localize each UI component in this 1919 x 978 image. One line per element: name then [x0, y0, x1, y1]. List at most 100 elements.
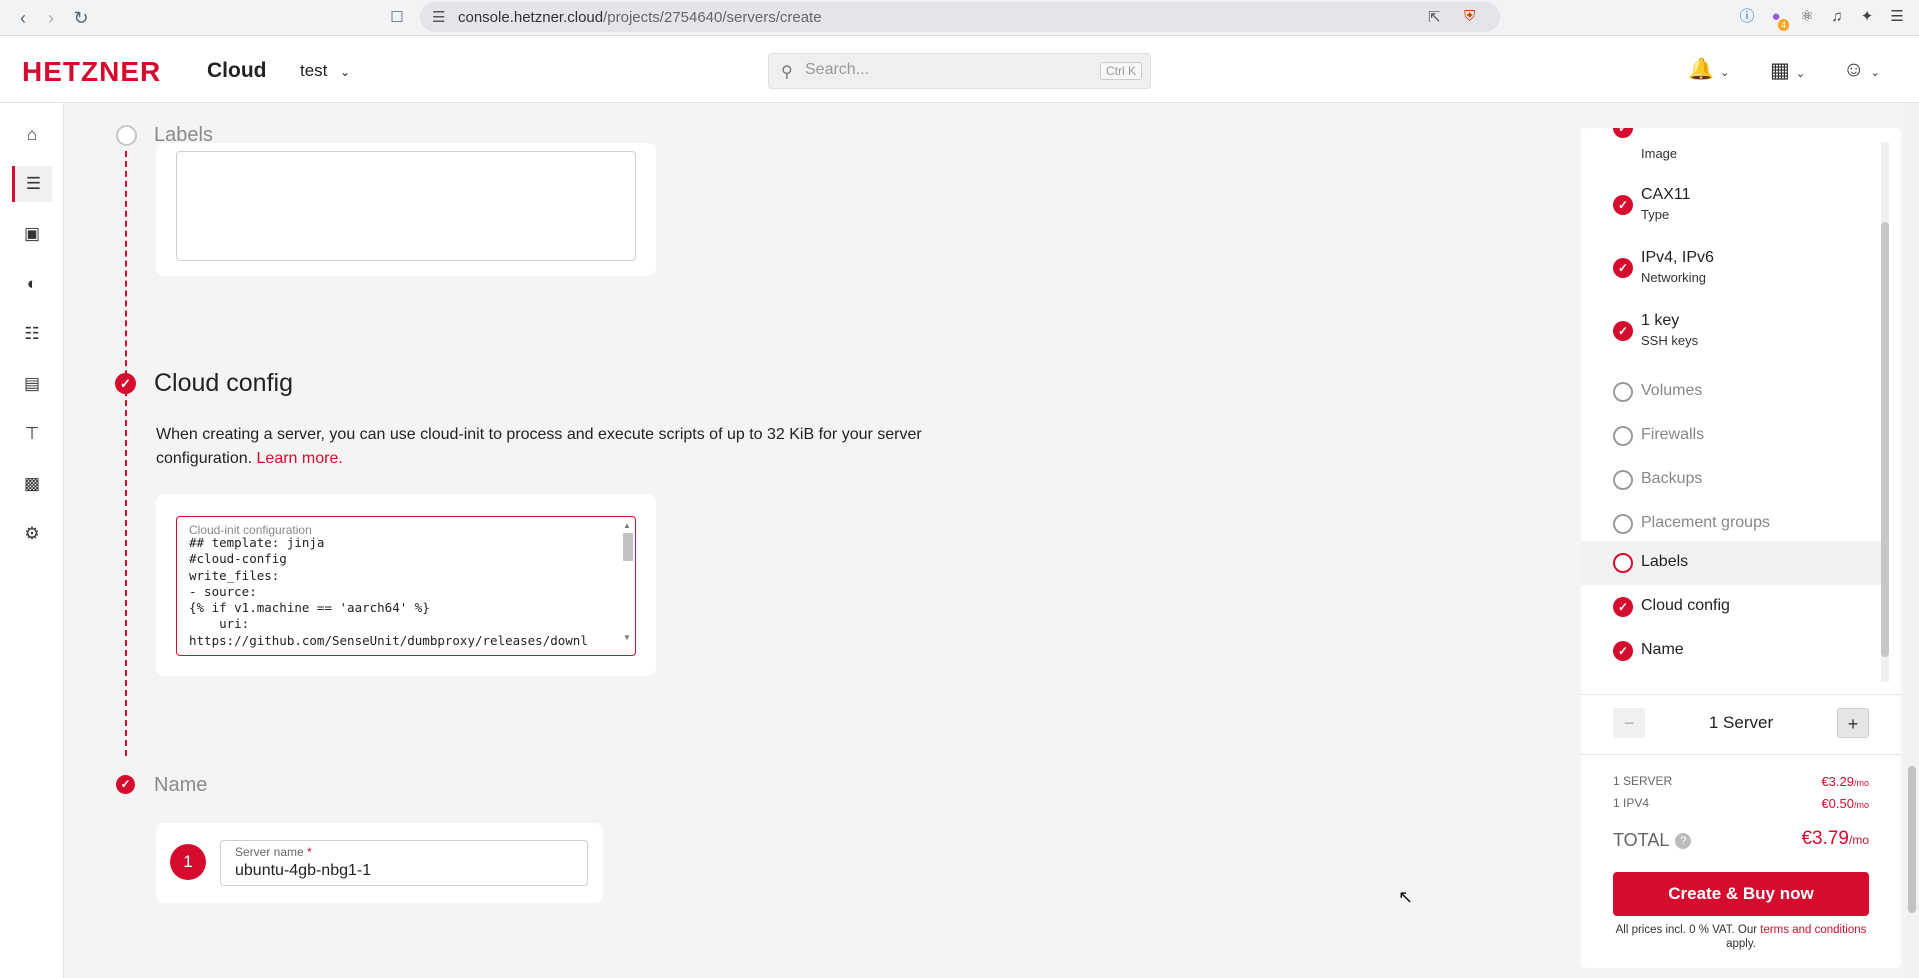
extension-badge-icon[interactable]: ● 4 [1765, 6, 1789, 31]
summary-item-type[interactable]: ✓ CAX11 Type [1581, 178, 1881, 228]
puzzle-extensions-icon[interactable]: ⚛ [1796, 6, 1818, 28]
back-icon[interactable]: ‹ [10, 5, 36, 31]
storage-icon[interactable]: ▤ [12, 366, 52, 402]
create-and-buy-button[interactable]: Create & Buy now [1613, 872, 1869, 916]
summary-sub: Networking [1641, 270, 1707, 285]
summary-sub: Image [1641, 146, 1678, 161]
cloud-config-title: Cloud config [154, 369, 293, 397]
server-quantity: 1 Server [1708, 713, 1774, 732]
summary-item-placement-groups[interactable]: Placement groups [1581, 502, 1881, 546]
chevron-down-icon: ⌄ [1720, 67, 1730, 79]
empty-circle-icon [1613, 553, 1633, 573]
summary-item-backups[interactable]: Backups [1581, 458, 1881, 502]
page-scrollbar[interactable] [1905, 103, 1919, 978]
price-amount: €0.50 [1821, 796, 1854, 811]
box-icon[interactable]: ▣ [12, 216, 52, 252]
logo-product: Cloud [207, 59, 267, 82]
summary-label: Cloud config [1641, 597, 1730, 614]
search-shortcut: Ctrl K [1100, 62, 1142, 80]
address-bar[interactable]: ☰ console.hetzner.cloud/projects/2754640… [420, 2, 1500, 32]
check-icon: ✓ [1613, 321, 1633, 341]
increase-quantity-button[interactable]: + [1837, 708, 1869, 738]
cloud-config-description: When creating a server, you can use clou… [156, 423, 996, 471]
search-box[interactable]: ⚲ Ctrl K [768, 53, 1151, 89]
user-icon[interactable]: ☺ ⌄ [1843, 58, 1880, 82]
summary-item-image[interactable]: ✓ Image [1581, 128, 1881, 164]
mouse-cursor-icon: ↖ [1398, 887, 1414, 907]
url-path: /projects/2754640/servers/create [603, 9, 822, 26]
url-host: console.hetzner.cloud [458, 9, 604, 26]
summary-scrollbar[interactable] [1881, 142, 1889, 682]
project-name: test [300, 61, 328, 80]
summary-item-volumes[interactable]: Volumes [1581, 370, 1881, 414]
summary-item-firewalls[interactable]: Firewalls [1581, 414, 1881, 458]
decrease-quantity-button[interactable]: − [1613, 708, 1645, 738]
browser-toolbar: ‹ › ↻ ☐ ☰ console.hetzner.cloud/projects… [0, 0, 1919, 36]
summary-item-labels[interactable]: Labels [1581, 541, 1881, 585]
check-icon: ✓ [1613, 195, 1633, 215]
apps-grid-icon[interactable]: ▦ ⌄ [1770, 58, 1805, 83]
share-icon[interactable]: ⇱ [1428, 8, 1441, 26]
media-icon[interactable]: ♫ [1826, 6, 1848, 28]
learn-more-link[interactable]: Learn more. [257, 450, 343, 467]
help-extension-icon[interactable]: ⓘ [1736, 6, 1758, 28]
server-name-field[interactable]: Server name * ubuntu-4gb-nbg1-1 [220, 840, 588, 886]
cloud-init-textarea[interactable]: Cloud-init configuration ## template: ji… [176, 516, 636, 656]
summary-label: Backups [1641, 470, 1703, 487]
vat-note: All prices incl. 0 % VAT. Our terms and … [1613, 923, 1869, 951]
project-selector[interactable]: test ⌄ [300, 61, 350, 81]
leo-ai-icon[interactable]: ✦ [1856, 6, 1878, 28]
terms-link[interactable]: terms and conditions [1760, 924, 1866, 936]
bookmark-icon[interactable]: ☐ [384, 5, 410, 31]
robot-icon[interactable]: ▩ [12, 466, 52, 502]
summary-scroll-thumb[interactable] [1881, 222, 1889, 657]
name-card: 1 Server name * ubuntu-4gb-nbg1-1 [156, 823, 603, 903]
summary-item-cloud-config[interactable]: ✓ Cloud config [1581, 585, 1881, 629]
check-icon: ✓ [1613, 128, 1633, 138]
hetzner-logo[interactable]: HETZNER [22, 56, 161, 88]
search-input[interactable] [805, 61, 1065, 79]
summary-label: IPv4, IPv6 [1641, 249, 1714, 266]
empty-circle-icon [1613, 426, 1633, 446]
summary-item-ssh-keys[interactable]: ✓ 1 key SSH keys [1581, 304, 1881, 354]
total-amount: €3.79 [1801, 828, 1849, 849]
browser-menu-icon[interactable]: ☰ [1886, 6, 1908, 28]
bell-icon[interactable]: 🔔 ⌄ [1688, 58, 1729, 82]
scroll-up-icon[interactable]: ▲ [623, 521, 631, 530]
name-step-title: Name [154, 774, 208, 796]
forward-icon[interactable]: › [38, 5, 64, 31]
textarea-scroll-thumb[interactable] [623, 533, 633, 561]
page-scroll-thumb[interactable] [1908, 766, 1916, 913]
url-text: console.hetzner.cloud/projects/2754640/s… [458, 9, 822, 26]
summary-sub: SSH keys [1641, 333, 1699, 348]
scroll-down-icon[interactable]: ▼ [623, 633, 631, 642]
server-name-label-text: Server name [235, 845, 304, 859]
summary-item-networking[interactable]: ✓ IPv4, IPv6 Networking [1581, 241, 1881, 291]
price-unit: /mo [1853, 800, 1869, 810]
textarea-scrollbar[interactable]: ▲ ▼ [623, 521, 633, 653]
extension-badge-count: 4 [1777, 19, 1789, 31]
total-row: TOTAL? €3.79/mo [1613, 828, 1869, 851]
load-balancer-icon[interactable]: ⊤ [12, 416, 52, 452]
chevron-down-icon: ⌄ [340, 65, 351, 79]
check-icon: ✓ [1613, 597, 1633, 617]
key-icon[interactable]: ⚙ [12, 516, 52, 552]
summary-label: CAX11 [1641, 186, 1691, 203]
summary-item-name[interactable]: ✓ Name [1581, 629, 1881, 673]
site-info-icon[interactable]: ☰ [432, 8, 445, 26]
reload-icon[interactable]: ↻ [68, 5, 94, 31]
labels-textarea[interactable] [176, 151, 636, 261]
price-label: 1 IPV4 [1613, 796, 1650, 810]
brave-shield-icon[interactable]: ⛨ [1464, 8, 1475, 25]
cloud-init-code: ## template: jinja #cloud-config write_f… [189, 535, 588, 648]
help-icon[interactable]: ? [1675, 833, 1692, 849]
network-icon[interactable]: ☷ [12, 316, 52, 352]
cloud-config-step-indicator: ✓ [115, 373, 136, 394]
summary-label: Firewalls [1641, 426, 1705, 443]
divider [1581, 754, 1901, 755]
bucket-icon[interactable]: ◐ [12, 266, 52, 302]
servers-icon[interactable]: ☰ [12, 166, 52, 202]
labels-card [156, 143, 656, 276]
home-icon[interactable]: ⌂ [12, 117, 52, 153]
required-mark: * [307, 845, 312, 859]
